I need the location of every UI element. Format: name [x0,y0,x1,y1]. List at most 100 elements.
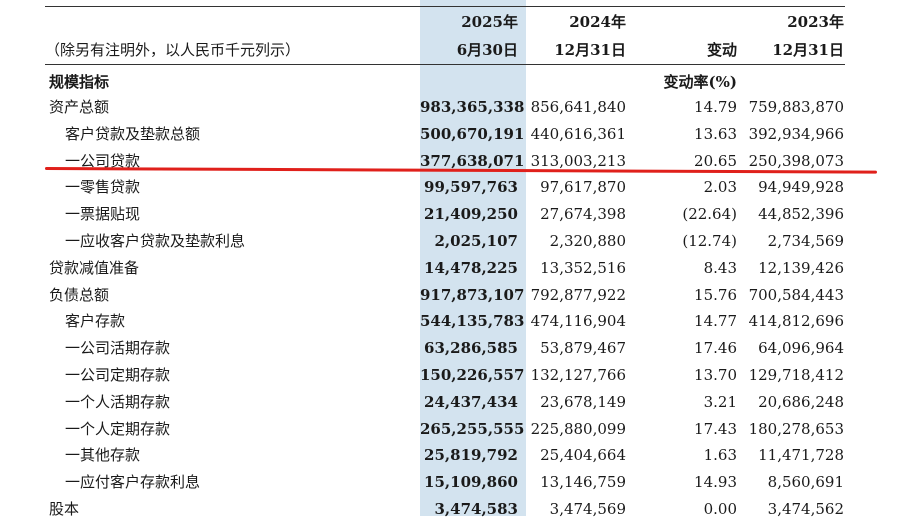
row-label: 客户存款 [65,312,126,331]
table-row: 一应付客户存款利息 15,109,860 13,146,759 14.93 8,560,… [0,469,903,496]
value-2024: 23,678,149 [540,392,626,411]
row-label: 一公司贷款 [65,151,141,170]
row-label: 一应收客户贷款及垫款利息 [65,232,246,250]
row-label: 一公司定期存款 [65,366,171,384]
header-2025-year: 2025年 [461,13,518,31]
value-2023: 12,139,426 [758,258,844,277]
value-2023: 180,278,653 [748,419,844,438]
value-2025: 544,135,783 [420,312,525,331]
value-2024: 25,404,664 [540,446,626,465]
value-change: 15.76 [694,285,737,304]
value-change: 2.03 [703,178,737,197]
value-2023: 129,718,412 [748,366,844,384]
value-2024: 2,320,880 [549,232,626,250]
value-change: 3.21 [703,392,737,411]
row-label: 一票据贴现 [65,205,141,224]
value-change: 8.43 [703,258,737,277]
header-2025-date: 6月30日 [456,41,518,59]
units-note: （除另有注明外，以人民币千元列示） [45,41,301,59]
table-row: 一票据贴现 21,409,250 27,674,398 (22.64) 44,852,3… [0,201,903,228]
value-change: (12.74) [682,232,737,250]
value-2025: 917,873,107 [420,285,525,304]
value-2025: 3,474,583 [434,500,518,518]
row-label: 股本 [49,500,80,518]
value-2023: 11,471,728 [758,446,844,465]
value-2025: 63,286,585 [424,339,518,358]
value-2024: 225,880,099 [530,419,626,438]
value-2023: 414,812,696 [748,312,844,331]
value-2023: 20,686,248 [758,392,844,411]
value-2025: 14,478,225 [424,258,518,277]
value-change: 14.79 [694,98,737,116]
value-2025: 500,670,191 [420,124,525,143]
value-change: 13.63 [694,124,737,143]
header-change: 变动 [706,41,737,59]
table-row: 贷款减值准备 14,478,225 13,352,516 8.43 12,139,426 [0,255,903,282]
value-change: 0.00 [703,500,737,518]
value-2025: 2,025,107 [434,232,518,250]
value-change: 14.77 [694,312,737,331]
value-2025: 150,226,557 [420,366,525,384]
value-2023: 8,560,691 [767,473,844,492]
table-row: 客户存款 544,135,783 474,116,904 14.77 414,812,6… [0,308,903,335]
value-change: 17.46 [694,339,737,358]
header-2024-date: 12月31日 [554,41,626,59]
value-2023: 2,734,569 [767,232,844,250]
value-2023: 3,474,562 [767,500,844,518]
row-label: 贷款减值准备 [49,258,140,277]
value-2024: 132,127,766 [530,366,626,384]
value-2023: 44,852,396 [758,205,844,224]
value-2024: 13,146,759 [540,473,626,492]
value-change: 17.43 [694,419,737,438]
row-label: 一个人活期存款 [65,392,171,411]
value-2025: 99,597,763 [424,178,518,197]
table-row: 一个人定期存款 265,255,555 225,880,099 17.43 180,27… [0,416,903,443]
row-label: 一零售贷款 [65,178,141,197]
value-change: 1.63 [703,446,737,465]
value-2024: 53,879,467 [540,339,626,358]
value-2024: 97,617,870 [540,178,626,197]
value-2024: 27,674,398 [540,205,626,224]
header-rule [45,64,845,65]
section-title: 规模指标 [49,73,110,91]
row-label: 一其他存款 [65,446,141,465]
value-2023: 392,934,966 [748,124,844,143]
top-rule [45,6,845,7]
row-label: 负债总额 [49,285,110,304]
table-row: 股本 3,474,583 3,474,569 0.00 3,474,562 [0,496,903,523]
value-2025: 983,365,338 [420,98,525,116]
value-2024: 3,474,569 [549,500,626,518]
value-2023: 759,883,870 [748,98,844,116]
table-row: 资产总额 983,365,338 856,641,840 14.79 759,883,8… [0,94,903,121]
table-row: 客户贷款及垫款总额 500,670,191 440,616,361 13.63 392,… [0,121,903,148]
row-label: 一应付客户存款利息 [65,473,201,492]
table-row: 一个人活期存款 24,437,434 23,678,149 3.21 20,686,24… [0,389,903,416]
table-row: 一应收客户贷款及垫款利息 2,025,107 2,320,880 (12.74) 2,7… [0,228,903,255]
table-row: 一公司定期存款 150,226,557 132,127,766 13.70 129,71… [0,362,903,389]
value-change: 14.93 [694,473,737,492]
value-2025: 15,109,860 [424,473,518,492]
value-2025: 21,409,250 [424,205,518,224]
header-change-rate: 变动率(%) [663,73,737,91]
table-row: 一其他存款 25,819,792 25,404,664 1.63 11,471,728 [0,442,903,469]
value-2023: 700,584,443 [748,285,844,304]
value-change: 13.70 [694,366,737,384]
value-2024: 440,616,361 [530,124,626,143]
table-row: 一公司活期存款 63,286,585 53,879,467 17.46 64,096,9… [0,335,903,362]
value-2024: 856,641,840 [530,98,626,116]
row-label: 客户贷款及垫款总额 [65,124,201,143]
value-2025: 25,819,792 [424,446,518,465]
value-2025: 265,255,555 [420,419,525,438]
row-label: 资产总额 [49,98,110,116]
table-row: 负债总额 917,873,107 792,877,922 15.76 700,584,4… [0,282,903,309]
value-2023: 94,949,928 [758,178,844,197]
value-2024: 13,352,516 [540,258,626,277]
header-2024-year: 2024年 [569,13,626,31]
header-2023-year: 2023年 [787,13,844,31]
header-2023-date: 12月31日 [772,41,844,59]
table-row: 一零售贷款 99,597,763 97,617,870 2.03 94,949,928 [0,174,903,201]
value-2025: 24,437,434 [424,392,518,411]
value-2023: 64,096,964 [758,339,844,358]
value-2024: 474,116,904 [530,312,626,331]
row-label: 一公司活期存款 [65,339,171,358]
